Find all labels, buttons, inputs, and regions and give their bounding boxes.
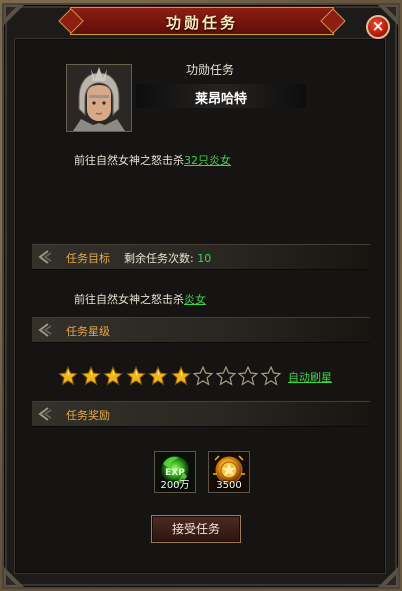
task-type-label: 功勋任务: [185, 63, 234, 77]
description-text: 前往自然女神之怒击杀: [74, 154, 184, 167]
close-button[interactable]: ×: [366, 15, 390, 39]
chevron-left-icon: [38, 323, 52, 337]
npc-name: 莱昂哈特: [194, 92, 247, 107]
objective-text-prefix: 前往自然女神之怒击杀: [74, 293, 184, 306]
objective-target-link[interactable]: 炎女: [184, 293, 206, 306]
chevron-left-icon: [38, 407, 52, 421]
reward-section-label: 任务奖励: [66, 409, 110, 422]
star-empty-icon: [193, 366, 213, 386]
chevron-left-icon: [38, 250, 52, 264]
star-level-section-label: 任务星级: [66, 325, 110, 338]
star-filled-icon: [170, 366, 191, 386]
reward-gold[interactable]: 3500: [208, 451, 250, 493]
corner-ornament-icon: [4, 5, 24, 25]
star-filled-icon: [148, 366, 168, 386]
npc-name-bar: 莱昂哈特: [136, 84, 306, 108]
knight-portrait-icon: [67, 65, 131, 131]
star-empty-icon: [238, 366, 258, 386]
star-empty-icon: [260, 366, 281, 386]
remaining-value: 10: [197, 252, 212, 265]
npc-portrait: [66, 64, 132, 132]
reward-exp[interactable]: EXP 200万: [154, 451, 196, 493]
star-empty-icon: [215, 366, 236, 386]
window-title: 功勋任务: [165, 14, 238, 32]
objective-section-label: 任务目标: [66, 252, 110, 265]
reward-section-header: 任务奖励: [32, 401, 370, 427]
star-filled-icon: [80, 366, 101, 386]
remaining-count: 剩余任务次数: 10: [124, 250, 211, 266]
auto-refresh-stars-link[interactable]: 自动刷星: [288, 369, 332, 385]
objective-section-header: 任务目标 剩余任务次数: 10: [32, 244, 370, 270]
accept-quest-button[interactable]: 接受任务: [151, 515, 241, 543]
reward-exp-value: 200万: [160, 480, 190, 491]
remaining-label: 剩余任务次数:: [124, 252, 194, 265]
title-bar: 功勋任务: [70, 7, 334, 35]
objective-text: 前往自然女神之怒击杀炎女: [74, 291, 206, 307]
star-filled-icon: [58, 366, 78, 386]
reward-gold-value: 3500: [216, 480, 242, 491]
description-target-link[interactable]: 32只炎女: [184, 154, 231, 167]
star-level-section-header: 任务星级: [32, 317, 370, 343]
star-filled-icon: [125, 366, 146, 386]
quest-description: 前往自然女神之怒击杀32只炎女: [74, 152, 231, 168]
star-filled-icon: [103, 366, 123, 386]
